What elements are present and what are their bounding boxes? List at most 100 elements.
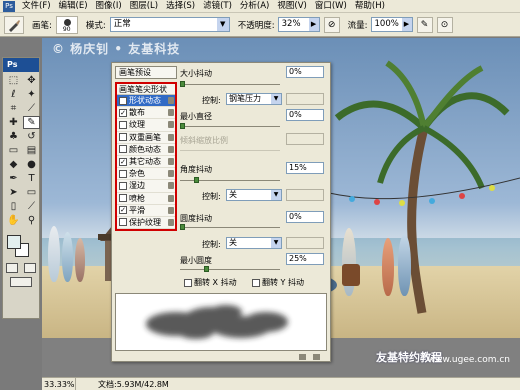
menu-layer[interactable]: 图层(L)	[126, 0, 162, 13]
checkbox-box[interactable]	[119, 145, 127, 154]
flip-x-jitter-checkbox[interactable]: 翻转 X 抖动	[184, 277, 237, 288]
brush-option-item[interactable]: ✓ 平滑	[117, 205, 175, 217]
lock-icon[interactable]	[168, 194, 174, 202]
menu-view[interactable]: 视图(V)	[273, 0, 310, 13]
lock-icon[interactable]	[168, 109, 174, 117]
angle-control-select[interactable]: 关 ▼	[226, 189, 282, 201]
gradient-tool-icon[interactable]: ▤	[23, 144, 40, 157]
min-diameter-slider[interactable]	[180, 123, 280, 129]
checkbox-box[interactable]	[119, 120, 127, 129]
menu-image[interactable]: 图像(I)	[92, 0, 126, 13]
eyedropper-tool-icon[interactable]: ⟋	[23, 200, 40, 213]
lock-icon[interactable]	[168, 133, 174, 141]
checkbox-box[interactable]: ✓	[119, 157, 127, 166]
quick-mask-mode-icon[interactable]	[24, 263, 36, 273]
zoom-tool-icon[interactable]: ⚲	[23, 214, 40, 227]
flow-field[interactable]: 100% ▶	[370, 17, 413, 32]
marquee-tool-icon[interactable]: ⬚	[5, 74, 22, 87]
opacity-field[interactable]: 32% ▶	[277, 17, 320, 32]
lock-icon[interactable]	[168, 218, 174, 226]
standard-mode-icon[interactable]	[6, 263, 18, 273]
size-jitter-slider[interactable]	[180, 81, 280, 87]
min-roundness-slider[interactable]	[180, 266, 280, 272]
checkbox-box[interactable]: ✓	[119, 96, 127, 105]
notes-tool-icon[interactable]: ▯	[5, 200, 22, 213]
checkbox-box[interactable]	[119, 133, 127, 142]
eraser-tool-icon[interactable]: ▭	[5, 144, 22, 157]
lock-icon[interactable]	[168, 97, 174, 104]
brush-option-item[interactable]: ✓ 散布	[117, 107, 175, 120]
checkbox-box[interactable]: ✓	[119, 206, 127, 215]
tool-preset-picker[interactable]	[4, 15, 24, 34]
blur-tool-icon[interactable]: ◆	[5, 158, 22, 171]
type-tool-icon[interactable]: T	[23, 172, 40, 185]
zoom-level[interactable]: 33.33%	[42, 377, 76, 390]
pressure-opacity-icon[interactable]: ⊘	[323, 16, 340, 33]
screen-mode-icon[interactable]	[10, 277, 32, 287]
menu-edit[interactable]: 编辑(E)	[55, 0, 92, 13]
lock-icon[interactable]	[168, 157, 174, 165]
history-brush-tool-icon[interactable]: ↺	[23, 130, 40, 143]
roundness-jitter-slider[interactable]	[180, 224, 280, 230]
brush-option-item[interactable]: 颜色动态	[117, 144, 175, 156]
brush-option-item[interactable]: 双重画笔	[117, 132, 175, 144]
brush-tool-icon[interactable]: ✎	[23, 116, 40, 129]
checkbox-box[interactable]	[119, 169, 127, 178]
trash-icon[interactable]	[313, 354, 320, 360]
menu-select[interactable]: 选择(S)	[162, 0, 199, 13]
lock-icon[interactable]	[168, 182, 174, 190]
min-diameter-field[interactable]: 0%	[286, 109, 324, 121]
slider-knob[interactable]	[180, 224, 185, 230]
magic-wand-tool-icon[interactable]: ✦	[23, 88, 40, 101]
min-roundness-field[interactable]: 25%	[286, 253, 324, 265]
menu-window[interactable]: 窗口(W)	[311, 0, 351, 13]
lasso-tool-icon[interactable]: ℓ	[5, 88, 22, 101]
lock-icon[interactable]	[168, 145, 174, 153]
menu-help[interactable]: 帮助(H)	[351, 0, 389, 13]
brush-option-item[interactable]: 喷枪	[117, 193, 175, 205]
healing-tool-icon[interactable]: ✚	[5, 116, 22, 129]
roundness-control-select[interactable]: 关 ▼	[226, 237, 282, 249]
checkbox-box[interactable]: ✓	[119, 108, 127, 117]
angle-jitter-field[interactable]: 15%	[286, 162, 324, 174]
slider-knob[interactable]	[194, 177, 200, 183]
lock-icon[interactable]	[168, 121, 174, 129]
path-select-tool-icon[interactable]: ➤	[5, 186, 22, 199]
checkbox-box[interactable]	[119, 218, 127, 227]
pen-tool-icon[interactable]: ✒	[5, 172, 22, 185]
lock-icon[interactable]	[168, 170, 174, 178]
new-preset-icon[interactable]	[299, 354, 306, 360]
checkbox-box[interactable]	[184, 278, 192, 287]
pressure-size-icon[interactable]: ⊙	[436, 16, 453, 33]
slider-knob[interactable]	[180, 123, 185, 129]
menu-filter[interactable]: 滤镜(T)	[199, 0, 236, 13]
checkbox-box[interactable]	[119, 194, 127, 203]
roundness-jitter-field[interactable]: 0%	[286, 211, 324, 223]
brush-option-item[interactable]: 湿边	[117, 180, 175, 193]
flip-y-jitter-checkbox[interactable]: 翻转 Y 抖动	[252, 277, 304, 288]
shape-tool-icon[interactable]: ▭	[23, 186, 40, 199]
angle-jitter-slider[interactable]	[180, 177, 280, 183]
crop-tool-icon[interactable]: ⌗	[5, 102, 22, 115]
lock-icon[interactable]	[168, 206, 174, 214]
brush-presets-button[interactable]: 画笔预设	[115, 66, 177, 79]
move-tool-icon[interactable]: ✥	[23, 74, 40, 87]
slice-tool-icon[interactable]: ⟋	[23, 102, 40, 115]
airbrush-icon[interactable]: ✎	[416, 16, 433, 33]
brush-option-item[interactable]: 纹理	[117, 119, 175, 132]
slider-knob[interactable]	[203, 266, 209, 272]
brush-tip-shape-item[interactable]: 画笔笔尖形状	[117, 84, 175, 95]
brush-option-item[interactable]: 杂色	[117, 168, 175, 181]
clone-stamp-tool-icon[interactable]: ♣	[5, 130, 22, 143]
foreground-color-swatch[interactable]	[7, 235, 21, 249]
brush-option-item[interactable]: ✓ 形状动态	[117, 95, 175, 108]
hand-tool-icon[interactable]: ✋	[5, 214, 22, 227]
size-jitter-field[interactable]: 0%	[286, 66, 324, 78]
brush-picker[interactable]: 90	[55, 15, 78, 34]
mode-select[interactable]: 正常 ▼	[109, 17, 230, 32]
checkbox-box[interactable]	[252, 278, 260, 287]
brush-option-item[interactable]: ✓ 其它动态	[117, 156, 175, 169]
slider-knob[interactable]	[180, 81, 185, 87]
brush-option-item[interactable]: 保护纹理	[117, 217, 175, 230]
menu-file[interactable]: 文件(F)	[18, 0, 55, 13]
